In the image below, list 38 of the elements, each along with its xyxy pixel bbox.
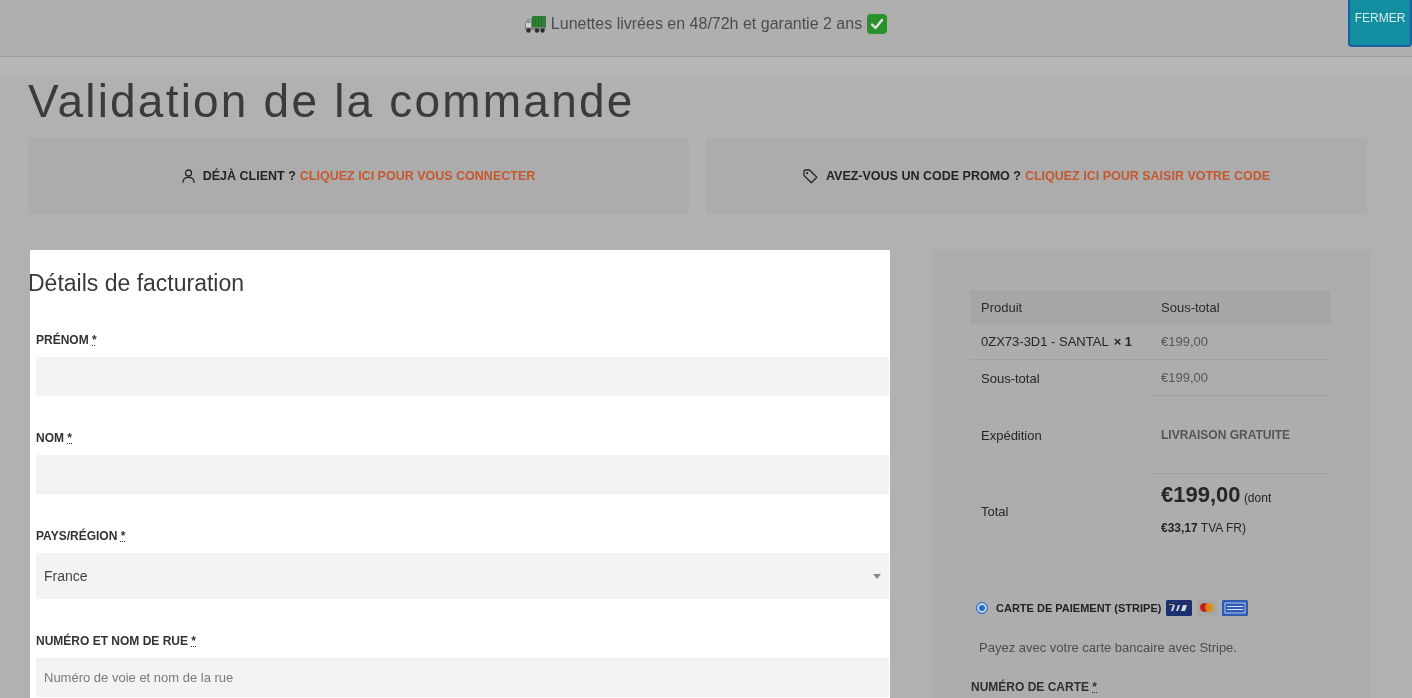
payment-description: Payez avec votre carte bancaire avec Stripe. (979, 640, 1238, 655)
price-text: €199,00 (1161, 334, 1208, 349)
section-title: Détails de facturation (30, 269, 246, 297)
caret-icon (873, 573, 881, 579)
column-header: Sous-total (1151, 290, 1331, 324)
field-label: PRÉNOM * (36, 332, 97, 348)
close-button[interactable]: FERMER (1348, 0, 1412, 47)
truck-icon (524, 15, 546, 33)
field-label: PAYS/RÉGION * (36, 528, 126, 544)
overlapping-circles-icon (1197, 600, 1218, 616)
check-icon (867, 14, 888, 34)
credit-card-icon (1166, 600, 1193, 616)
user-icon (181, 169, 195, 183)
row-label: Total (981, 503, 1009, 519)
page-title: Validation de la commande (28, 75, 636, 127)
field-label: NOM * (36, 430, 72, 446)
notice-prompt: AVEZ-VOUS UN CODE PROMO ? (825, 169, 1021, 183)
radio-button[interactable] (976, 602, 988, 614)
column-header: Produit (970, 290, 1151, 324)
price-text: €199,00 (1161, 370, 1208, 385)
shipping-method: LIVRAISON GRATUITE (1161, 427, 1291, 442)
text-field[interactable]: Numéro de voie et nom de la rue (36, 658, 889, 697)
row-label: Sous-total (981, 370, 1040, 386)
text-field[interactable] (36, 357, 889, 396)
product-name: 0ZX73-3D1 - SANTAL × 1 (981, 334, 1133, 349)
payment-method-label[interactable]: CARTE DE PAIEMENT (STRIPE) (996, 602, 1162, 614)
tag-icon (802, 168, 818, 184)
row-label: Expédition (981, 427, 1042, 443)
notice-link[interactable]: CLIQUEZ ICI POUR SAISIR VOTRE CODE (1024, 169, 1271, 183)
total-amount: €199,00(dont €33,17 TVA FR) (1161, 480, 1273, 537)
notice-link[interactable]: CLIQUEZ ICI POUR VOUS CONNECTER (299, 169, 536, 183)
notice-prompt: DÉJÀ CLIENT ? (202, 169, 296, 183)
select-field[interactable]: France (36, 553, 889, 599)
announcement-text: Lunettes livrées en 48/72h et garantie 2 ans (550, 15, 863, 33)
field-label: NUMÉRO ET NOM DE RUE * (36, 633, 196, 649)
credit-card-icon (1222, 600, 1249, 616)
text-field[interactable] (36, 455, 889, 494)
field-label: NUMÉRO DE CARTE * (971, 680, 1097, 694)
